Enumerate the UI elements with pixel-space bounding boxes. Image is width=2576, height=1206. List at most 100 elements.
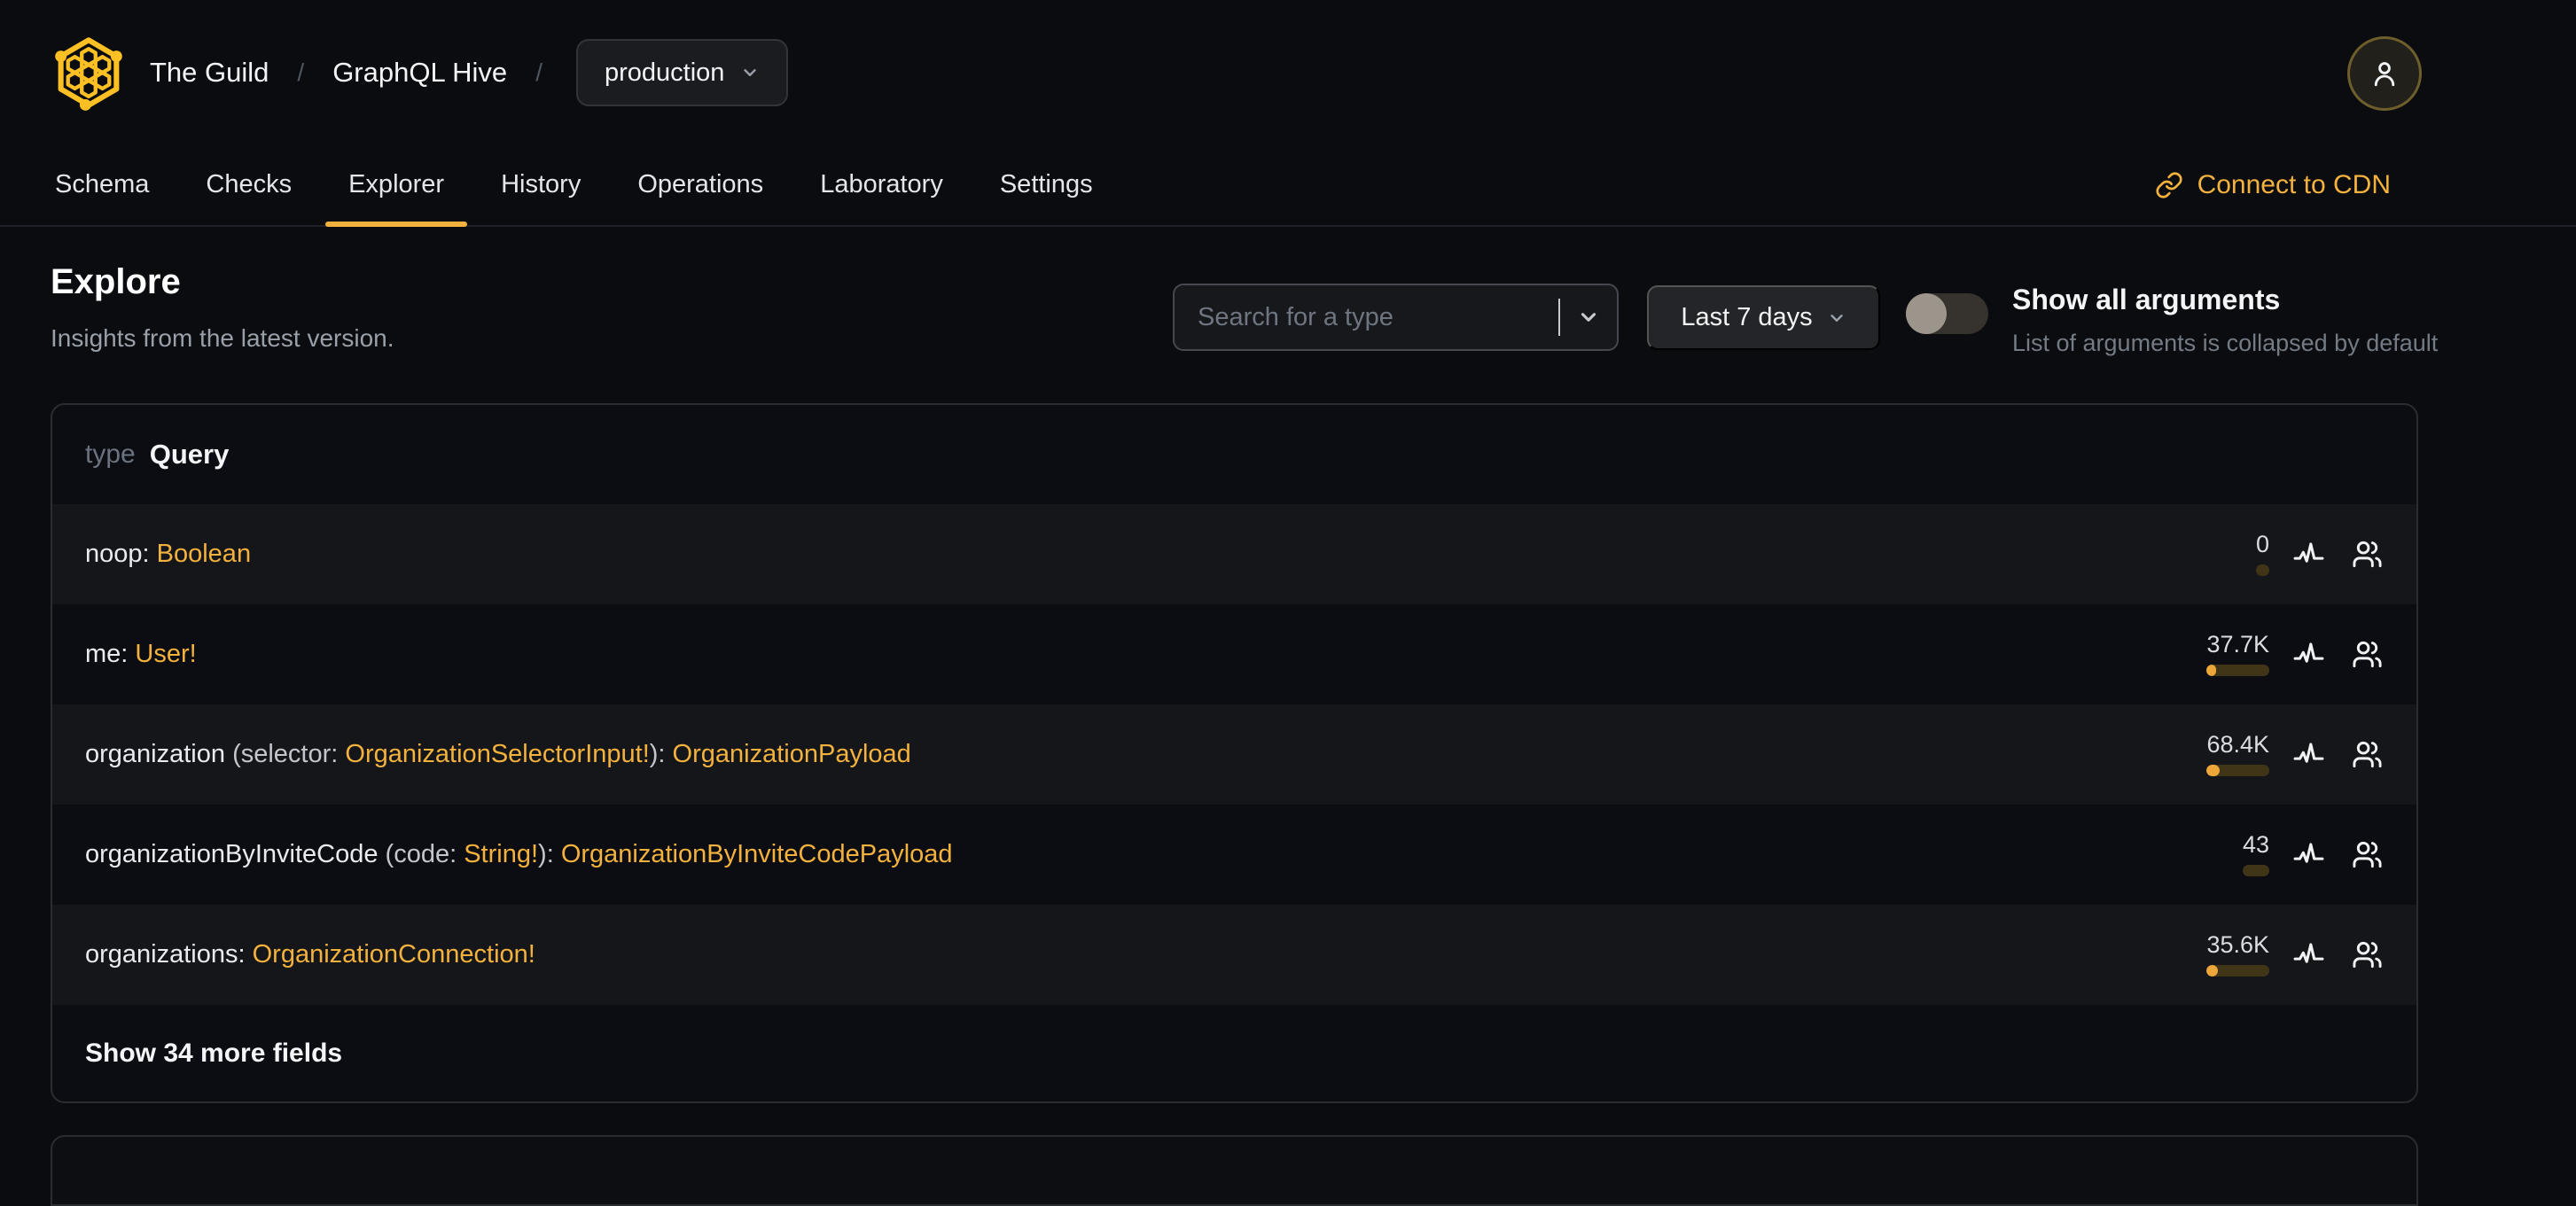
search-dropdown-button[interactable] — [1560, 285, 1617, 349]
field-clients-button[interactable] — [2352, 839, 2383, 870]
field-clients-button[interactable] — [2352, 939, 2383, 970]
breadcrumb: The Guild / GraphQL Hive / production — [51, 0, 789, 145]
field-rows: noop: Boolean 0 me: User! 37.7K organiza… — [52, 504, 2416, 1005]
next-type-card — [51, 1135, 2418, 1206]
tab-checks[interactable]: Checks — [183, 144, 315, 225]
type-link[interactable]: String! — [464, 840, 538, 868]
field-row: me: User! 37.7K — [52, 604, 2416, 704]
show-all-arguments-label: Show all arguments — [2012, 284, 2281, 315]
connect-to-cdn-label: Connect to CDN — [2197, 170, 2391, 199]
field-signature: organizations: OrganizationConnection! — [85, 940, 2206, 969]
usage-bar-fill — [2206, 965, 2219, 976]
tab-operations[interactable]: Operations — [614, 144, 786, 225]
field-text: (code: — [385, 840, 464, 868]
user-icon — [2374, 62, 2395, 87]
field-text: organizationByInviteCode — [85, 840, 386, 868]
field-signature: me: User! — [85, 640, 2206, 669]
target-selector-label: production — [604, 58, 725, 87]
usage-bar-fill — [2206, 665, 2217, 676]
hive-logo-icon — [55, 37, 122, 111]
activity-pulse-icon — [2293, 642, 2324, 663]
usage-count: 0 — [2255, 531, 2269, 557]
field-insights-button[interactable] — [2292, 638, 2325, 671]
tab-explorer[interactable]: Explorer — [325, 144, 468, 227]
type-link[interactable]: User! — [135, 640, 196, 668]
field-usage-stat: 0 — [2255, 531, 2269, 576]
usage-bar — [2206, 765, 2269, 776]
field-text: ): — [649, 740, 673, 768]
field-row: organization (selector: OrganizationSele… — [52, 704, 2416, 805]
field-signature: organization (selector: OrganizationSele… — [85, 740, 2206, 769]
page-title: Explore — [51, 262, 181, 301]
type-link[interactable]: OrganizationByInviteCodePayload — [561, 840, 953, 868]
usage-bar — [2255, 564, 2269, 576]
show-more-fields-button[interactable]: Show 34 more fields — [52, 1005, 2416, 1101]
field-row: organizations: OrganizationConnection! 3… — [52, 905, 2416, 1005]
field-signature: organizationByInviteCode (code: String!)… — [85, 840, 2243, 869]
target-selector-dropdown[interactable]: production — [575, 39, 789, 106]
field-insights-button[interactable] — [2292, 738, 2325, 771]
field-usage-stat: 37.7K — [2206, 633, 2269, 676]
type-search-input[interactable] — [1175, 302, 1558, 332]
field-text: (selector: — [232, 740, 346, 768]
breadcrumb-org[interactable]: The Guild — [150, 57, 269, 89]
show-all-arguments-hint: List of arguments is collapsed by defaul… — [2012, 330, 2439, 356]
type-link[interactable]: OrganizationPayload — [673, 740, 911, 768]
chevron-down-icon — [1581, 313, 1596, 322]
field-clients-button[interactable] — [2352, 739, 2383, 770]
users-icon — [2353, 941, 2382, 969]
field-row: noop: Boolean 0 — [52, 504, 2416, 604]
users-icon — [2353, 641, 2382, 668]
tab-history[interactable]: History — [478, 144, 604, 225]
usage-count: 35.6K — [2206, 931, 2269, 958]
type-card-header: type Query — [52, 405, 2416, 504]
usage-bar — [2206, 965, 2269, 976]
period-selector-label: Last 7 days — [1681, 303, 1813, 331]
type-kind-label: type — [85, 440, 136, 469]
chevron-down-icon — [744, 69, 757, 76]
type-name: Query — [149, 439, 230, 470]
field-insights-button[interactable] — [2292, 538, 2325, 571]
field-clients-button[interactable] — [2352, 639, 2383, 670]
connect-to-cdn-link[interactable]: Connect to CDN — [2155, 170, 2391, 200]
field-text: ): — [538, 840, 561, 868]
activity-pulse-icon — [2293, 743, 2324, 763]
users-icon — [2353, 841, 2382, 868]
field-usage-stat: 43 — [2242, 831, 2269, 876]
field-insights-button[interactable] — [2292, 938, 2325, 971]
activity-pulse-icon — [2293, 843, 2324, 863]
tab-laboratory[interactable]: Laboratory — [797, 144, 966, 225]
field-text: me: — [85, 640, 136, 668]
field-signature: noop: Boolean — [85, 540, 2256, 569]
usage-bar — [2242, 865, 2269, 876]
show-all-arguments-toggle[interactable] — [1906, 293, 1988, 334]
usage-count: 68.4K — [2206, 731, 2269, 758]
type-link[interactable]: Boolean — [157, 540, 251, 568]
period-selector-dropdown[interactable]: Last 7 days — [1647, 285, 1880, 350]
nav-tabs: Schema Checks Explorer History Operation… — [32, 144, 1116, 227]
field-insights-button[interactable] — [2292, 838, 2325, 871]
breadcrumb-separator: / — [297, 58, 305, 86]
activity-pulse-icon — [2293, 542, 2324, 563]
field-text: noop: — [85, 540, 157, 568]
field-clients-button[interactable] — [2352, 539, 2383, 570]
type-card-query: type Query noop: Boolean 0 me: User! 37.… — [51, 403, 2418, 1103]
field-usage-stat: 35.6K — [2206, 933, 2269, 976]
usage-bar — [2206, 665, 2269, 676]
type-link[interactable]: OrganizationSelectorInput! — [345, 740, 649, 768]
breadcrumb-project[interactable]: GraphQL Hive — [332, 57, 507, 89]
type-search-box — [1173, 284, 1619, 351]
toggle-knob — [1906, 293, 1947, 334]
usage-count: 43 — [2242, 831, 2269, 858]
tab-schema[interactable]: Schema — [32, 144, 172, 225]
field-text: organizations: — [85, 940, 253, 969]
link-icon — [2156, 172, 2182, 198]
top-bar: The Guild / GraphQL Hive / production Sc… — [0, 0, 2576, 227]
type-link[interactable]: OrganizationConnection! — [253, 940, 535, 969]
user-menu-button[interactable] — [2347, 36, 2422, 111]
field-text: organization — [85, 740, 233, 768]
tab-settings[interactable]: Settings — [977, 144, 1116, 225]
page-subtitle: Insights from the latest version. — [51, 324, 394, 352]
field-usage-stat: 68.4K — [2206, 733, 2269, 776]
users-icon — [2353, 541, 2382, 568]
